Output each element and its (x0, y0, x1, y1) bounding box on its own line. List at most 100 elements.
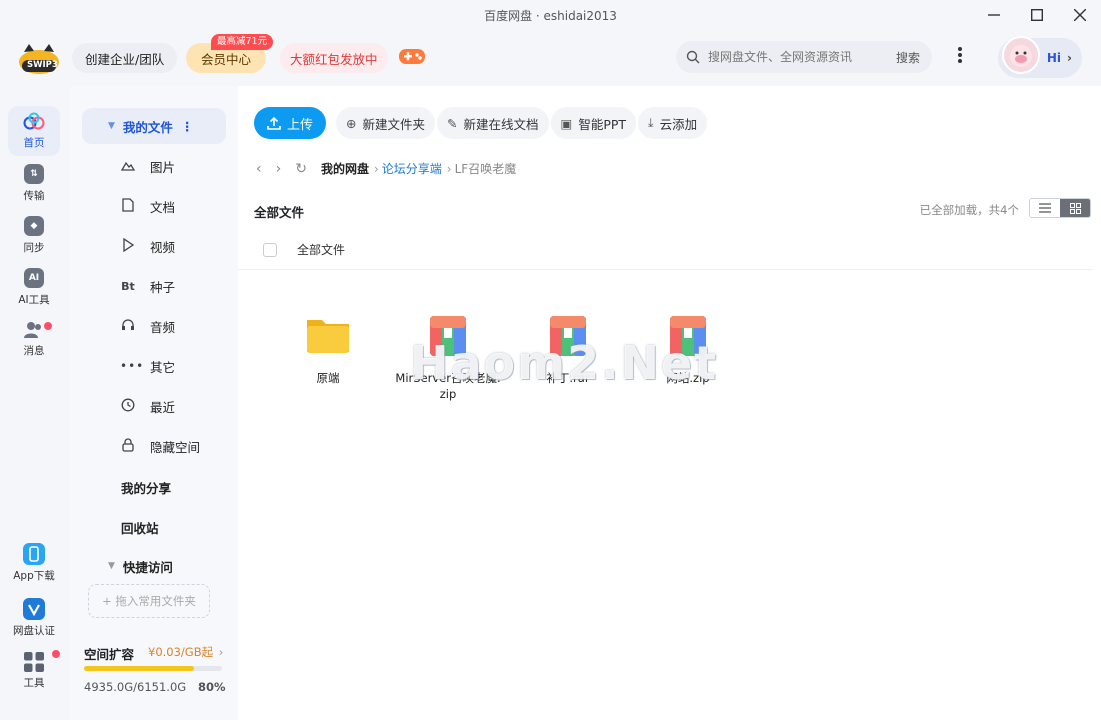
storage-upgrade-link[interactable]: ¥0.03/GB起 › (148, 644, 223, 660)
nav-quick-access-label: 快捷访问 (122, 559, 173, 575)
phone-icon (23, 543, 45, 565)
avatar-icon (1010, 45, 1032, 67)
forward-icon[interactable]: › (276, 161, 282, 177)
upload-icon (267, 116, 281, 130)
nav-item-audio[interactable]: 音频 (82, 308, 226, 344)
breadcrumb-root[interactable]: 我的网盘 (321, 160, 369, 177)
create-team-button[interactable]: 创建企业/团队 (72, 43, 178, 73)
nav-recycle-label: 回收站 (121, 520, 159, 536)
nav-item-videos[interactable]: 视频 (82, 228, 226, 264)
section-title: 全部文件 (254, 205, 305, 220)
list-view-button[interactable] (1030, 199, 1060, 217)
nav-item-hidden-space[interactable]: 隐藏空间 (82, 428, 226, 464)
back-icon[interactable]: ‹ (256, 161, 262, 177)
storage-title: 空间扩容 (84, 647, 135, 662)
refresh-icon[interactable]: ↻ (295, 161, 307, 177)
main-content: 上传 ⊕ 新建文件夹 ✎ 新建在线文档 ▣ 智能PPT ⤓ 云添加 ‹ › ↻ … (238, 86, 1101, 720)
nav-item-label: 其它 (150, 359, 176, 375)
logo-icon (19, 44, 59, 74)
quick-access-drop-zone[interactable]: + 拖入常用文件夹 (88, 584, 210, 618)
select-all-checkbox[interactable] (263, 242, 277, 257)
rail-item-home[interactable]: 首页 (8, 106, 60, 156)
view-toggle (1029, 198, 1091, 218)
vip-discount-badge: 最高减71元 (211, 34, 274, 50)
nav-my-share-label: 我的分享 (121, 480, 172, 496)
smart-ppt-label: 智能PPT (578, 116, 627, 132)
smart-ppt-button[interactable]: ▣ 智能PPT (550, 107, 637, 139)
close-icon (1073, 9, 1086, 21)
rail-item-app-download[interactable]: App下载 (8, 538, 60, 588)
app-logo[interactable]: SWIP3 (16, 40, 62, 76)
search-box[interactable]: 搜索 (676, 41, 932, 73)
storage-progress-bar (84, 666, 222, 671)
new-folder-button[interactable]: ⊕ 新建文件夹 (336, 107, 435, 139)
breadcrumb: ‹ › ↻ 我的网盘 › 论坛分享端 › LF召唤老魔 (256, 160, 518, 177)
nav-quick-access[interactable]: ▼ 快捷访问 (82, 548, 226, 584)
upload-label: 上传 (286, 117, 313, 133)
rail-item-messages[interactable]: 消息 (8, 314, 60, 364)
cloud-add-button[interactable]: ⤓ 云添加 (638, 107, 708, 139)
search-button[interactable]: 搜索 (896, 49, 920, 66)
nav-item-images[interactable]: 图片 (82, 148, 226, 184)
breadcrumb-separator: › (373, 161, 379, 176)
rail-item-ai-tools[interactable]: AI AI工具 (8, 262, 60, 312)
video-icon (120, 237, 136, 255)
storage-price: ¥0.03/GB起 (148, 645, 214, 659)
ai-icon: AI (24, 267, 44, 288)
presentation-icon: ▣ (560, 115, 573, 131)
nav-item-label: 音频 (150, 319, 176, 335)
file-name: 原端 (316, 371, 340, 385)
rail-label: 传输 (23, 189, 45, 202)
nav-item-documents[interactable]: 文档 (82, 188, 226, 224)
caret-down-icon: ▼ (108, 561, 115, 571)
game-button[interactable] (398, 46, 426, 70)
gamepad-icon (399, 49, 425, 64)
verify-icon (23, 598, 45, 620)
rail-item-verify[interactable]: 网盘认证 (8, 593, 60, 643)
create-team-label: 创建企业/团队 (85, 51, 165, 67)
red-packet-button[interactable]: 大额红包发放中 (280, 43, 388, 73)
nav-item-recent[interactable]: 最近 (82, 388, 226, 424)
search-icon (686, 50, 700, 64)
nav-item-label: 视频 (150, 239, 176, 255)
storage-used: 4935.0G/6151.0G (84, 680, 187, 694)
download-icon: ⤓ (648, 115, 654, 130)
transfer-icon: ⇅ (24, 163, 44, 184)
loaded-info: 已全部加载，共4个 (919, 203, 1019, 217)
apps-icon (24, 652, 44, 672)
close-button[interactable] (1058, 0, 1101, 30)
rail-item-transfer[interactable]: ⇅ 传输 (8, 158, 60, 208)
vip-center-label: 会员中心 (200, 51, 251, 67)
nav-item-other[interactable]: ••• 其它 (82, 348, 226, 384)
maximize-button[interactable] (1015, 0, 1058, 30)
file-list-header: 全部文件 (238, 230, 1093, 270)
nav-my-share[interactable]: 我的分享 (82, 469, 226, 505)
title-bar: 百度网盘 · eshidai2013 (0, 0, 1101, 30)
new-online-doc-button[interactable]: ✎ 新建在线文档 (437, 107, 549, 139)
nav-item-torrents[interactable]: Bt 种子 (82, 268, 226, 304)
cloud-add-label: 云添加 (659, 116, 698, 132)
top-bar: SWIP3 创建企业/团队 会员中心 最高减71元 大额红包发放中 搜索 H (0, 30, 1101, 86)
grid-view-button[interactable] (1060, 199, 1090, 217)
upload-button[interactable]: 上传 (254, 107, 326, 139)
nav-my-files-label: 我的文件 (122, 119, 173, 135)
minimize-button[interactable] (972, 0, 1015, 30)
storage-progress-fill (84, 666, 195, 671)
sync-icon: ◆ (24, 215, 44, 236)
more-menu-button[interactable] (950, 46, 970, 68)
file-tile-folder[interactable]: 原端 (268, 312, 388, 402)
nav-my-files[interactable]: ▼ 我的文件 ⋮ (82, 108, 226, 144)
watermark: Haom2.Net (410, 336, 719, 390)
nav-recycle-bin[interactable]: 回收站 (82, 509, 226, 545)
search-input[interactable] (706, 49, 886, 65)
more-vertical-icon[interactable]: ⋮ (181, 119, 194, 134)
notification-dot (52, 650, 60, 658)
notification-dot (44, 322, 52, 330)
rail-item-sync[interactable]: ◆ 同步 (8, 210, 60, 260)
avatar[interactable] (1002, 36, 1040, 74)
rail-label: AI工具 (18, 293, 50, 306)
storage-percent: 80% (198, 680, 226, 694)
new-online-doc-label: 新建在线文档 (463, 116, 539, 132)
breadcrumb-folder[interactable]: 论坛分享端 (382, 160, 442, 177)
maximize-icon (1030, 9, 1043, 21)
